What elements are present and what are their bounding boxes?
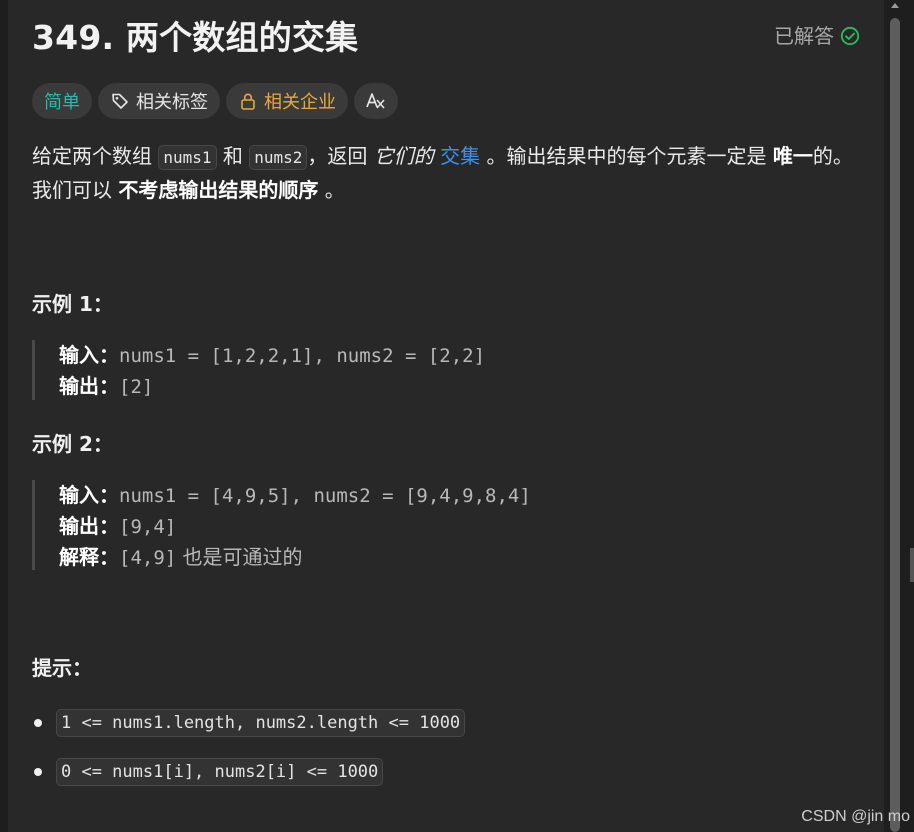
lock-icon [238,91,258,111]
desc-text: ，返回 [307,144,374,168]
input-label: 输入： [59,343,119,367]
constraint-item: 0 <= nums1[i], nums2[i] <= 1000 [32,755,465,789]
app-frame: 349. 两个数组的交集 已解答 简单 相关标签 相关企业 给定两个数组 num… [0,0,914,832]
problem-description-panel: 349. 两个数组的交集 已解答 简单 相关标签 相关企业 给定两个数组 num… [8,0,884,832]
related-companies-label: 相关企业 [264,92,336,113]
bullet-icon [34,768,42,776]
constraints-title: 提示： [32,656,92,680]
input-label: 输入： [59,483,119,507]
output-value: [2] [119,376,154,398]
side-resize-handle[interactable] [910,548,914,582]
problem-description: 给定两个数组 nums1 和 nums2 ，返回 它们的 交集 。输出结果中的每个… [32,140,862,206]
inline-code-nums1: nums1 [158,145,217,170]
solved-status: 已解答 [774,24,860,48]
intersection-link[interactable]: 交集 [440,144,480,168]
translate-button[interactable] [354,83,398,119]
tag-bar: 简单 相关标签 相关企业 [32,83,398,119]
solved-label: 已解答 [774,24,834,48]
output-value: [9,4] [119,516,177,538]
inline-code-nums2: nums2 [249,145,308,170]
difficulty-badge[interactable]: 简单 [32,83,92,119]
constraint-code: 1 <= nums1.length, nums2.length <= 1000 [56,709,466,737]
tag-icon [110,91,130,111]
problem-header: 349. 两个数组的交集 已解答 [32,14,860,64]
watermark: CSDN @jin mo [801,808,910,825]
example-2-box: 输入：nums1 = [4,9,5], nums2 = [9,4,9,8,4] … [32,480,531,570]
example-1-box: 输入：nums1 = [1,2,2,1], nums2 = [2,2] 输出：[… [32,340,485,400]
difficulty-label: 简单 [44,92,80,113]
example-2-title: 示例 2： [32,432,113,456]
example-2-explanation: 解释：[4,9] 也是可通过的 [59,542,531,573]
translate-icon [365,91,387,111]
related-companies-button[interactable]: 相关企业 [226,83,348,119]
related-tags-button[interactable]: 相关标签 [98,83,220,119]
problem-content: 给定两个数组 nums1 和 nums2 ，返回 它们的 交集 。输出结果中的每个… [32,140,862,206]
example-1-input: 输入：nums1 = [1,2,2,1], nums2 = [2,2] [59,340,485,371]
desc-text: 和 [216,144,250,168]
desc-strong-order: 不考虑输出结果的顺序 [118,178,319,202]
desc-strong-unique: 唯一 [772,144,813,168]
input-value: nums1 = [4,9,5], nums2 = [9,4,9,8,4] [119,485,531,507]
explain-text: 也是可通过的 [176,545,303,569]
output-label: 输出： [59,514,119,538]
desc-text: 给定两个数组 [32,144,159,168]
check-circle-icon [840,26,860,46]
scroll-up-arrow-icon[interactable] [890,0,900,10]
constraints-list: 1 <= nums1.length, nums2.length <= 1000 … [32,706,466,804]
bullet-icon [34,719,42,727]
constraint-item: 1 <= nums1.length, nums2.length <= 1000 [32,706,466,740]
constraint-code: 0 <= nums1[i], nums2[i] <= 1000 [56,758,384,786]
example-1-output: 输出：[2] [59,371,485,402]
desc-text: 。输出结果中的每个元素一定是 [480,144,773,168]
explain-label: 解释： [59,545,119,569]
example-2-output: 输出：[9,4] [59,511,531,542]
desc-emphasis: 它们的 [373,144,434,168]
example-1-title: 示例 1： [32,292,113,316]
explain-value: [4,9] [119,547,177,569]
scrollbar-thumb[interactable] [890,18,900,832]
output-label: 输出： [59,374,119,398]
related-tags-label: 相关标签 [136,92,208,113]
example-2-input: 输入：nums1 = [4,9,5], nums2 = [9,4,9,8,4] [59,480,531,511]
desc-text: 。 [318,178,345,202]
input-value: nums1 = [1,2,2,1], nums2 = [2,2] [119,345,486,367]
problem-title: 349. 两个数组的交集 [32,18,359,57]
